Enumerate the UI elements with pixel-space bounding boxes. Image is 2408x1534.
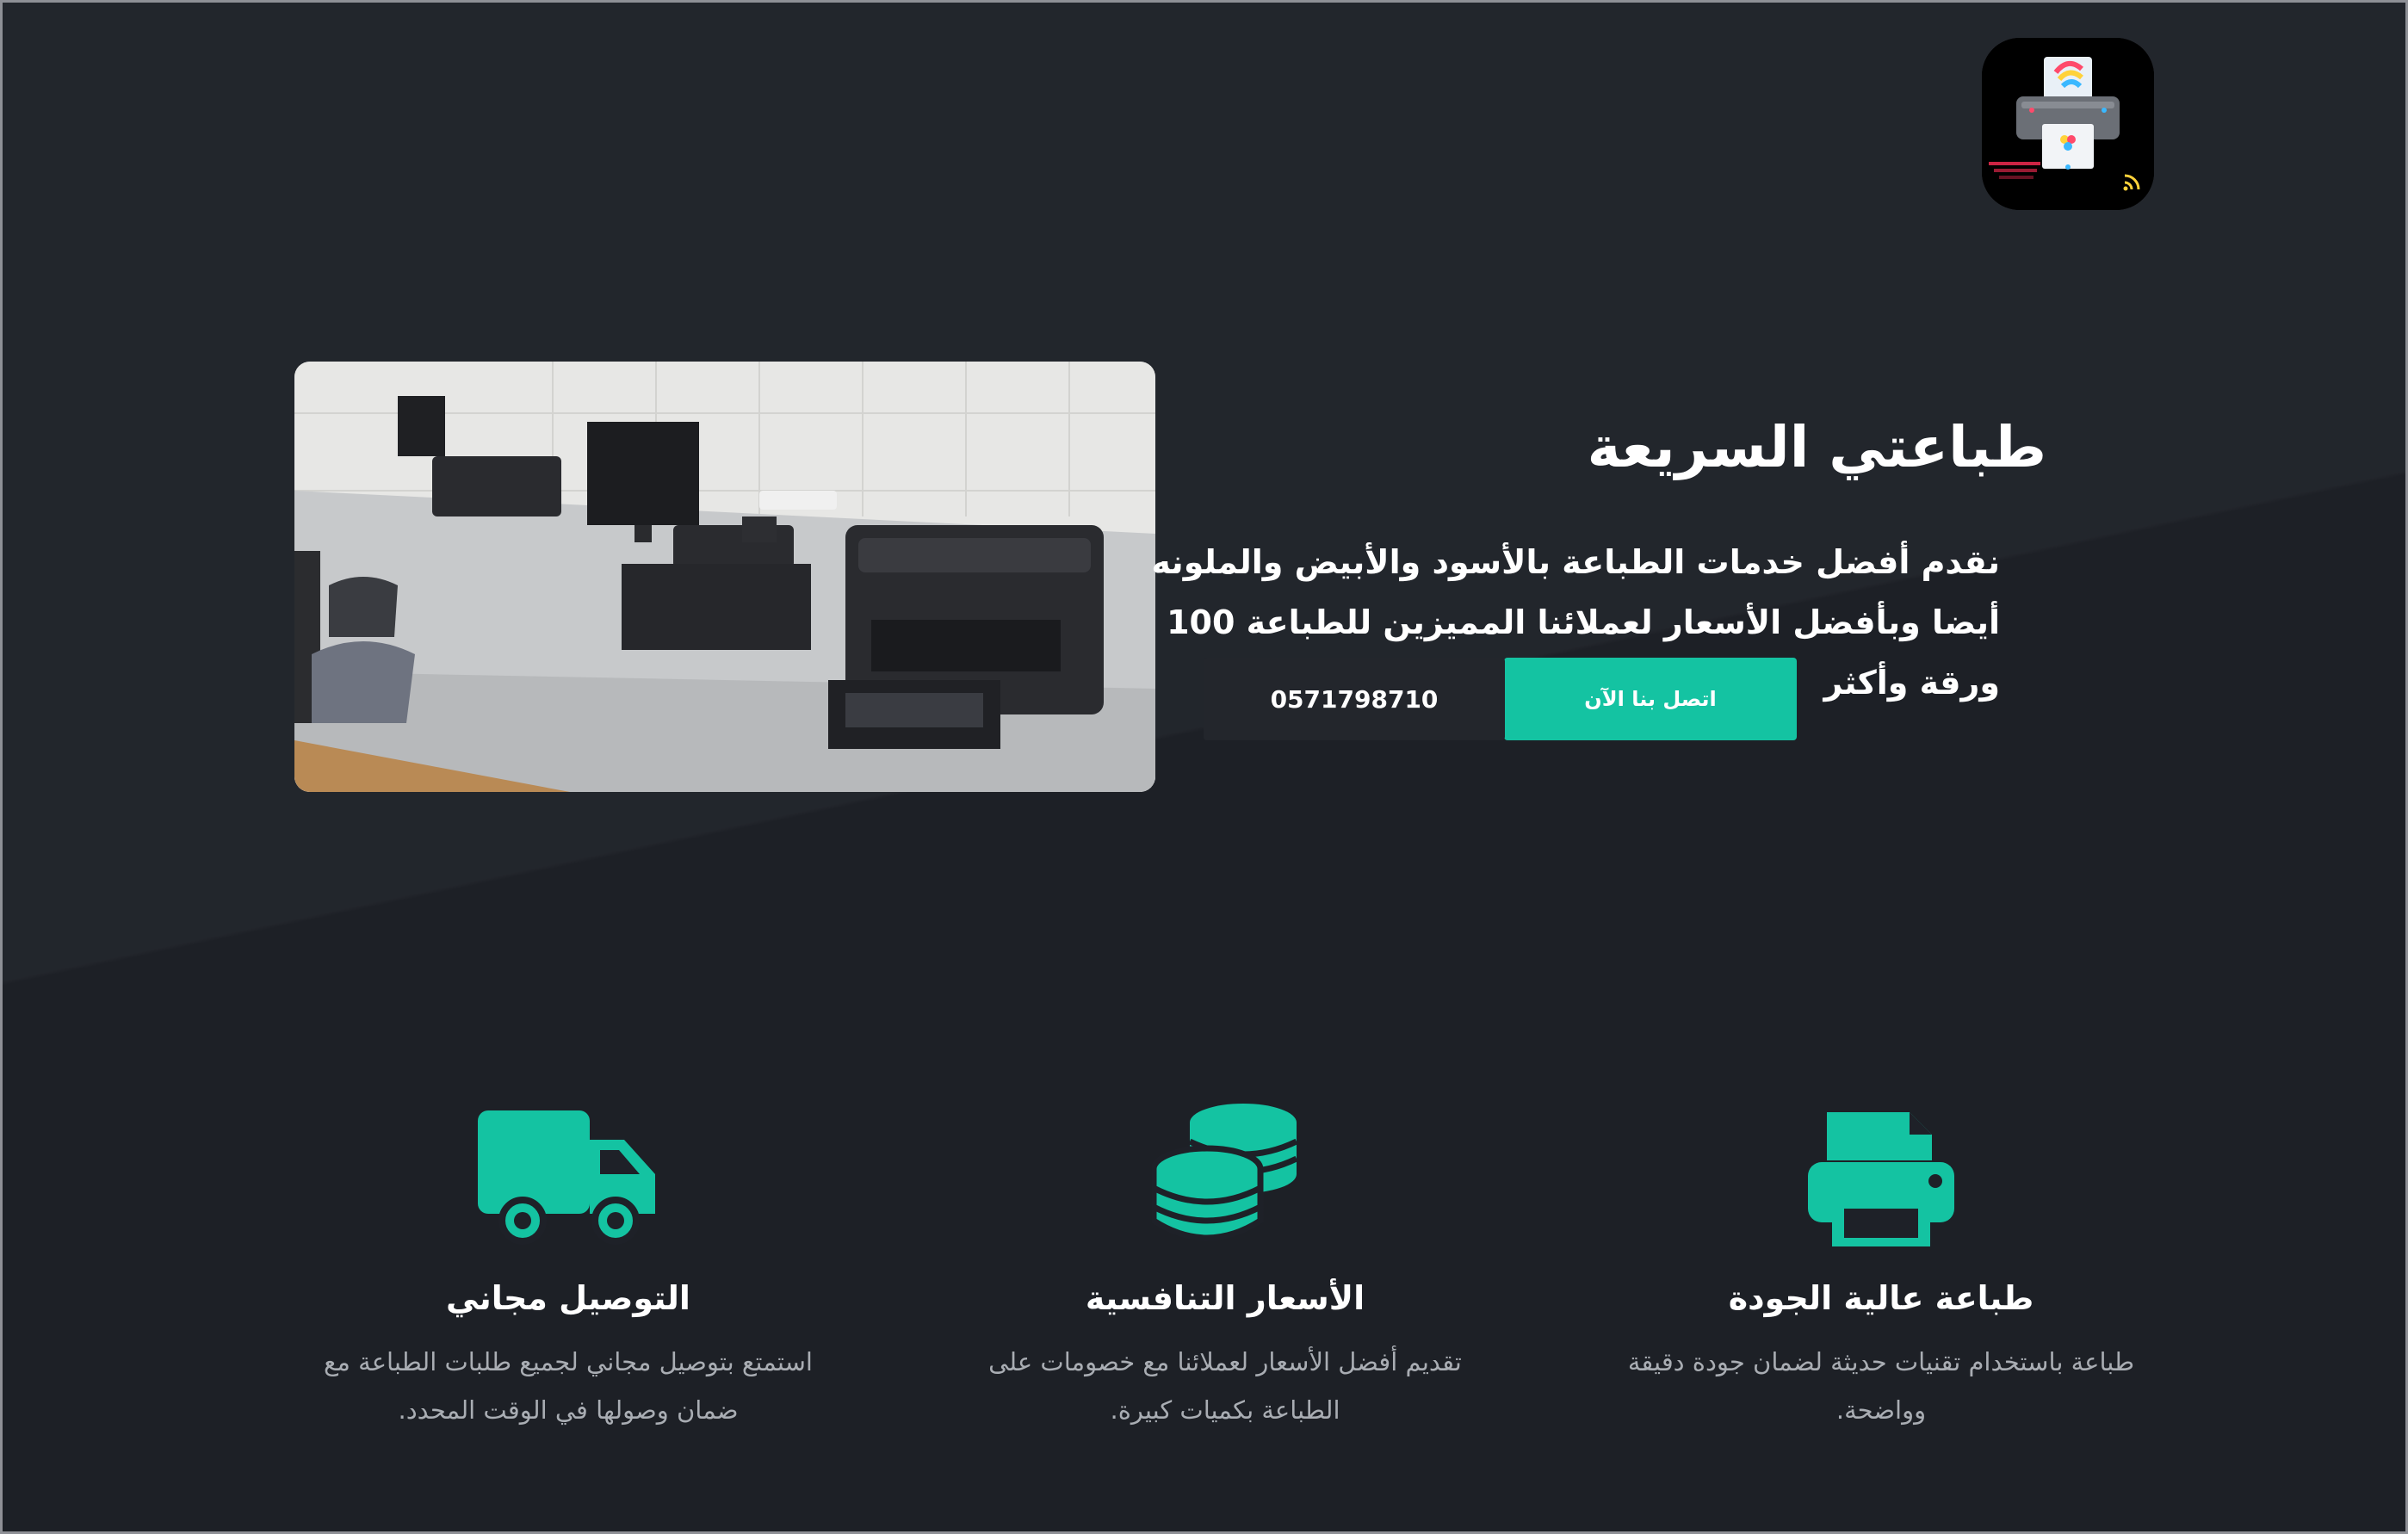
coins-icon (950, 1102, 1501, 1248)
feature-competitive-prices: الأسعار التنافسية تقديم أفضل الأسعار لعم… (950, 1102, 1501, 1434)
feature-description: طباعة باستخدام تقنيات حديثة لضمان جودة د… (1627, 1347, 2135, 1425)
feature-quality-printing: طباعة عالية الجودة طباعة باستخدام تقنيات… (1606, 1102, 2157, 1434)
logo[interactable] (1982, 38, 2154, 210)
hero-image (294, 362, 1155, 792)
truck-icon (293, 1102, 844, 1248)
contact-now-button[interactable]: اتصل بنا الآن (1504, 658, 1797, 740)
printer-logo-icon (1982, 38, 2154, 210)
feature-free-delivery: التوصيل مجاني استمتع بتوصيل مجاني لجميع … (293, 1102, 844, 1434)
feature-title: طباعة عالية الجودة (1728, 1279, 2034, 1317)
feature-title: التوصيل مجاني (446, 1279, 690, 1317)
hero-title: طباعتي السريعة (1587, 414, 2046, 480)
phone-number-button[interactable]: 0571798710 (1204, 658, 1505, 740)
printers-photo (294, 362, 1155, 792)
printer-icon (1606, 1102, 2157, 1248)
feature-description: تقديم أفضل الأسعار لعملائنا مع خصومات عل… (988, 1347, 1462, 1425)
feature-title: الأسعار التنافسية (1085, 1279, 1365, 1317)
feature-description: استمتع بتوصيل مجاني لجميع طلبات الطباعة … (323, 1347, 813, 1425)
